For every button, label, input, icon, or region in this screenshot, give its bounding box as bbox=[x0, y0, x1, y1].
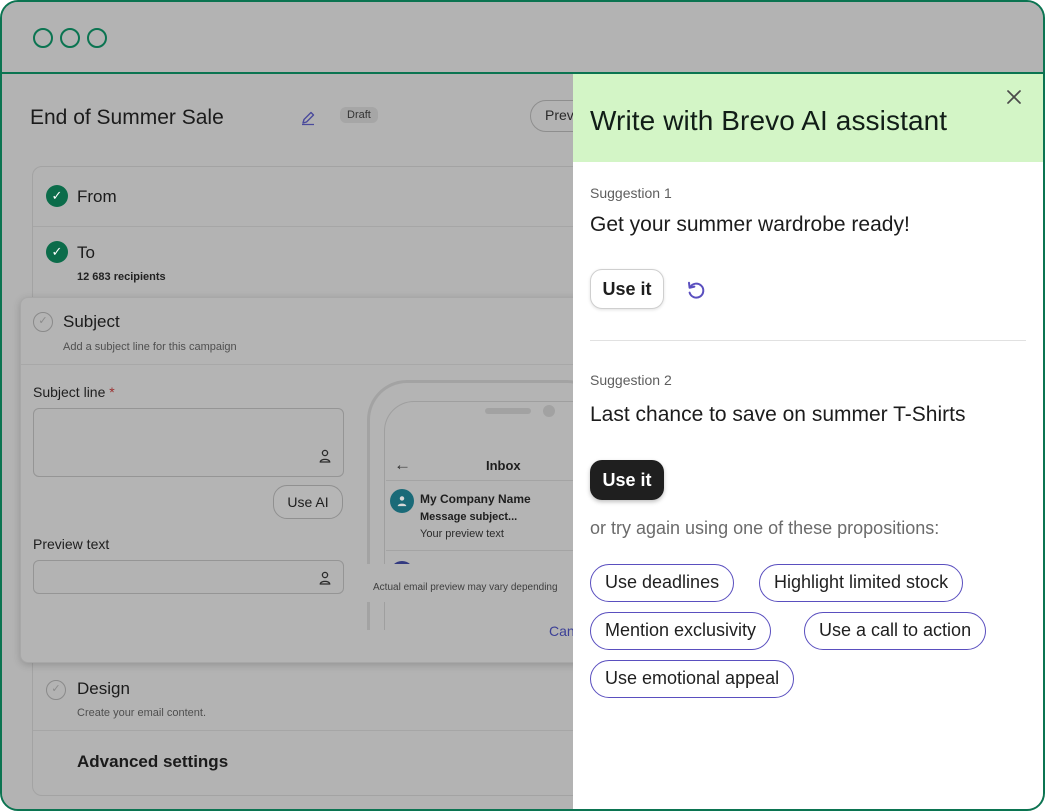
personalize-icon[interactable] bbox=[319, 571, 331, 585]
step-to[interactable]: ✓ To 12 683 recipients bbox=[33, 227, 591, 299]
preview-text-label: Preview text bbox=[33, 536, 110, 552]
proposition-use-deadlines[interactable]: Use deadlines bbox=[590, 564, 735, 602]
required-mark: * bbox=[109, 384, 115, 400]
proposition-mention-exclusivity[interactable]: Mention exclusivity bbox=[590, 612, 772, 650]
drawer-header: Write with Brevo AI assistant bbox=[573, 74, 1043, 162]
mail-subject: Message subject... bbox=[420, 511, 518, 523]
window-dot-3[interactable] bbox=[87, 28, 107, 48]
use-ai-button[interactable]: Use AI bbox=[273, 485, 343, 519]
personalize-icon[interactable] bbox=[319, 449, 331, 463]
step-subtitle: Add a subject line for this campaign bbox=[63, 341, 237, 353]
mail-preview-text: Your preview text bbox=[420, 528, 504, 540]
suggestion-2-label: Suggestion 2 bbox=[590, 372, 672, 388]
preview-disclaimer: Actual email preview may vary depending bbox=[373, 582, 558, 593]
phone-camera bbox=[543, 405, 555, 417]
divider bbox=[386, 550, 604, 551]
check-outline-icon: ✓ bbox=[33, 312, 53, 332]
use-suggestion-2-button[interactable]: Use it bbox=[590, 460, 664, 500]
divider bbox=[21, 364, 589, 365]
recipients-count: 12 683 recipients bbox=[77, 271, 166, 283]
proposition-use-a-call-to-action[interactable]: Use a call to action bbox=[804, 612, 987, 650]
check-icon: ✓ bbox=[46, 185, 68, 207]
subject-step-panel: ✓ Subject Add a subject line for this ca… bbox=[20, 297, 611, 663]
ai-assistant-drawer: Write with Brevo AI assistant Suggestion… bbox=[573, 74, 1043, 809]
browser-window: End of Summer Sale Draft Prev ✓ From ✓ T… bbox=[0, 0, 1045, 811]
back-arrow-icon: ← bbox=[394, 455, 411, 474]
suggestion-2-text: Last chance to save on summer T-Shirts bbox=[590, 403, 966, 426]
window-dot-2[interactable] bbox=[60, 28, 80, 48]
person-icon bbox=[397, 496, 407, 507]
subject-line-input[interactable] bbox=[33, 408, 344, 477]
suggestion-1-label: Suggestion 1 bbox=[590, 185, 672, 201]
divider bbox=[386, 480, 604, 481]
step-advanced-settings[interactable]: Advanced settings bbox=[33, 731, 591, 795]
try-again-hint: or try again using one of these proposit… bbox=[590, 518, 940, 538]
divider bbox=[590, 340, 1026, 341]
regenerate-icon[interactable] bbox=[685, 279, 707, 301]
step-from[interactable]: ✓ From bbox=[33, 167, 591, 227]
check-outline-icon: ✓ bbox=[46, 680, 66, 700]
step-title: Design bbox=[77, 679, 130, 698]
window-titlebar bbox=[2, 2, 1043, 74]
step-title: From bbox=[77, 187, 117, 206]
step-design[interactable]: ✓ Design Create your email content. bbox=[33, 663, 591, 731]
suggestion-1-text: Get your summer wardrobe ready! bbox=[590, 213, 910, 236]
pencil-icon[interactable] bbox=[300, 110, 316, 126]
cancel-link[interactable]: Can bbox=[549, 623, 575, 639]
step-title: Advanced settings bbox=[77, 752, 229, 771]
mail-sender: My Company Name bbox=[420, 492, 531, 506]
subject-line-label: Subject line * bbox=[33, 384, 115, 400]
avatar bbox=[390, 489, 414, 513]
inbox-title: Inbox bbox=[486, 458, 521, 473]
status-badge: Draft bbox=[340, 107, 378, 123]
window-dot-1[interactable] bbox=[33, 28, 53, 48]
label-text: Subject line bbox=[33, 384, 106, 400]
step-title: Subject bbox=[63, 312, 120, 331]
phone-speaker bbox=[485, 408, 531, 414]
drawer-title: Write with Brevo AI assistant bbox=[590, 105, 948, 136]
step-title: To bbox=[77, 243, 95, 262]
step-subtitle: Create your email content. bbox=[77, 707, 207, 719]
check-icon: ✓ bbox=[46, 241, 68, 263]
proposition-highlight-limited-stock[interactable]: Highlight limited stock bbox=[759, 564, 964, 602]
proposition-use-emotional-appeal[interactable]: Use emotional appeal bbox=[590, 660, 795, 698]
use-suggestion-1-button[interactable]: Use it bbox=[590, 269, 664, 309]
page-title: End of Summer Sale bbox=[30, 106, 224, 129]
preview-text-input[interactable] bbox=[33, 560, 344, 594]
close-icon[interactable] bbox=[1005, 88, 1023, 106]
